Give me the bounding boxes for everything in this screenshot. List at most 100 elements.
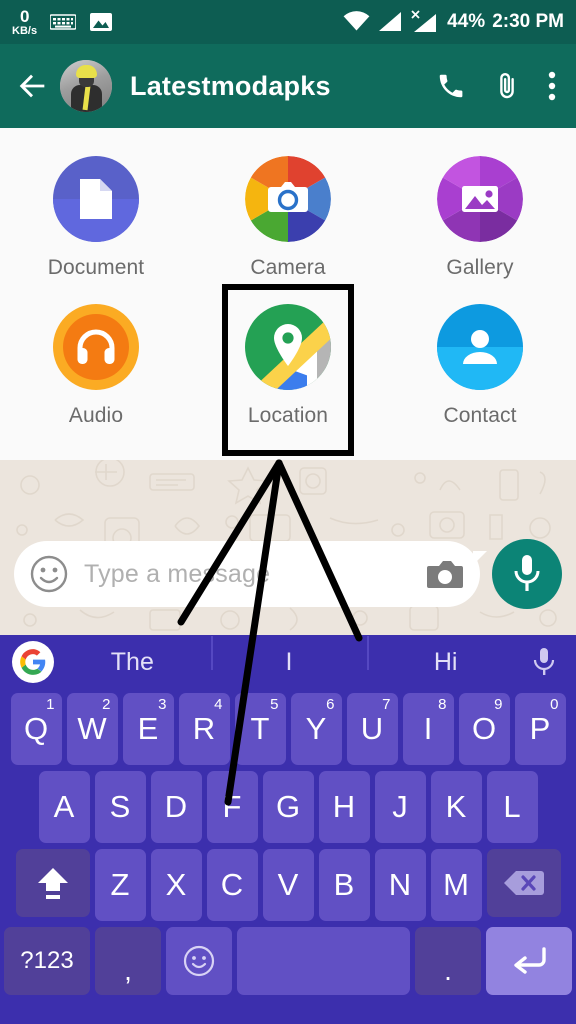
key-label: W	[77, 711, 107, 746]
suggestion-item[interactable]: Hi	[367, 635, 524, 677]
key-m[interactable]: M	[430, 849, 482, 921]
attachment-option-location[interactable]: Location	[192, 296, 384, 434]
keyboard: The I Hi 1Q 2W 3E 4R 5T 6Y 7U 8I 9O 0 P …	[0, 635, 576, 1024]
camera-icon	[245, 156, 331, 242]
key-label: X	[165, 867, 187, 902]
key-b[interactable]: B	[318, 849, 370, 921]
key-label: S	[109, 789, 131, 824]
enter-icon	[514, 947, 546, 974]
attachment-option-document[interactable]: Document	[0, 148, 192, 286]
message-input-bubble[interactable]: Type a message	[14, 541, 487, 607]
key-z[interactable]: Z	[94, 849, 146, 921]
app-bar-actions	[436, 70, 560, 102]
key-label: ,	[124, 955, 132, 986]
key-a[interactable]: A	[38, 771, 90, 843]
avatar[interactable]	[60, 60, 112, 112]
key-label: F	[222, 789, 242, 824]
suggestion-item[interactable]: The	[54, 648, 211, 677]
signal-no-service-icon	[411, 10, 437, 32]
key-n[interactable]: N	[374, 849, 426, 921]
page-title[interactable]: Latestmodapks	[130, 71, 436, 102]
back-arrow-icon[interactable]	[16, 69, 50, 103]
key-label: D	[164, 789, 188, 824]
attachment-option-gallery[interactable]: Gallery	[384, 148, 576, 286]
shift-key[interactable]	[15, 849, 90, 917]
voice-input-button[interactable]	[524, 647, 564, 677]
suggestion-item[interactable]: I	[210, 635, 368, 677]
attachment-label: Gallery	[446, 256, 514, 279]
keyboard-row-4: ?123 , .	[0, 927, 576, 995]
key-label: ?123	[20, 947, 74, 974]
key-f[interactable]: F	[206, 771, 258, 843]
key-number: 4	[214, 696, 223, 713]
message-input-bar: Type a message	[0, 538, 576, 610]
voice-record-button[interactable]	[492, 539, 562, 609]
keyboard-row-1: 1Q 2W 3E 4R 5T 6Y 7U 8I 9O 0P	[0, 693, 576, 765]
key-label: N	[388, 867, 412, 902]
attach-icon[interactable]	[492, 71, 522, 101]
key-number: 9	[494, 696, 503, 713]
space-key[interactable]	[237, 927, 410, 995]
comma-key[interactable]: ,	[95, 927, 161, 995]
network-speed-indicator: 0 KB/s	[12, 8, 37, 37]
camera-icon[interactable]	[426, 558, 464, 590]
overflow-menu-icon[interactable]	[548, 70, 556, 102]
key-y[interactable]: 6Y	[290, 693, 342, 765]
status-bar: 0 KB/s 44% 2:30 PM	[0, 0, 576, 44]
attachment-label: Document	[47, 256, 145, 279]
attachment-label: Location	[247, 404, 329, 427]
call-icon[interactable]	[436, 71, 466, 101]
key-h[interactable]: H	[318, 771, 370, 843]
key-v[interactable]: V	[262, 849, 314, 921]
image-icon	[90, 13, 113, 31]
attachment-label: Contact	[443, 404, 517, 427]
backspace-icon	[503, 871, 544, 895]
keyboard-row-3: Z X C V B N M	[0, 849, 576, 921]
status-bar-left: 0 KB/s	[12, 8, 113, 37]
enter-key[interactable]	[486, 927, 572, 995]
symbols-key[interactable]: ?123	[4, 927, 90, 995]
microphone-icon	[533, 648, 555, 675]
key-l[interactable]: L	[486, 771, 538, 843]
key-q[interactable]: 1Q	[10, 693, 62, 765]
key-w[interactable]: 2W	[66, 693, 118, 765]
key-e[interactable]: 3E	[122, 693, 174, 765]
status-bar-right: 44% 2:30 PM	[343, 10, 564, 34]
clock: 2:30 PM	[492, 11, 564, 32]
attachment-option-camera[interactable]: Camera	[192, 148, 384, 286]
key-r[interactable]: 4R	[178, 693, 230, 765]
key-label: Y	[305, 711, 327, 746]
key-label: E	[137, 711, 159, 746]
period-key[interactable]: .	[415, 927, 481, 995]
key-g[interactable]: G	[262, 771, 314, 843]
key-o[interactable]: 9O	[458, 693, 510, 765]
suggestion-strip: The I Hi	[0, 635, 576, 689]
key-d[interactable]: D	[150, 771, 202, 843]
message-input-placeholder[interactable]: Type a message	[84, 560, 426, 589]
network-speed-value: 0	[20, 6, 30, 26]
keyboard-row-2: A S D F G H J K L	[0, 771, 576, 843]
key-j[interactable]: J	[374, 771, 426, 843]
microphone-icon	[514, 555, 540, 591]
contact-icon	[437, 304, 523, 390]
backspace-key[interactable]	[486, 849, 561, 917]
attachment-grid: Document Camera Gallery Audio Location C…	[0, 128, 576, 434]
key-k[interactable]: K	[430, 771, 482, 843]
key-x[interactable]: X	[150, 849, 202, 921]
emoji-smiley-icon[interactable]	[30, 555, 68, 593]
key-c[interactable]: C	[206, 849, 258, 921]
signal-icon	[379, 12, 402, 31]
document-icon	[53, 156, 139, 242]
key-t[interactable]: 5T	[234, 693, 286, 765]
attachment-option-contact[interactable]: Contact	[384, 296, 576, 434]
key-p[interactable]: 0P	[514, 693, 566, 765]
key-label: H	[332, 789, 356, 824]
key-number: 7	[382, 696, 391, 713]
google-g-icon[interactable]	[12, 641, 54, 683]
key-s[interactable]: S	[94, 771, 146, 843]
key-i[interactable]: 8I	[402, 693, 454, 765]
attachment-option-audio[interactable]: Audio	[0, 296, 192, 434]
emoji-key[interactable]	[166, 927, 232, 995]
key-u[interactable]: 7U	[346, 693, 398, 765]
key-number: 6	[326, 696, 335, 713]
